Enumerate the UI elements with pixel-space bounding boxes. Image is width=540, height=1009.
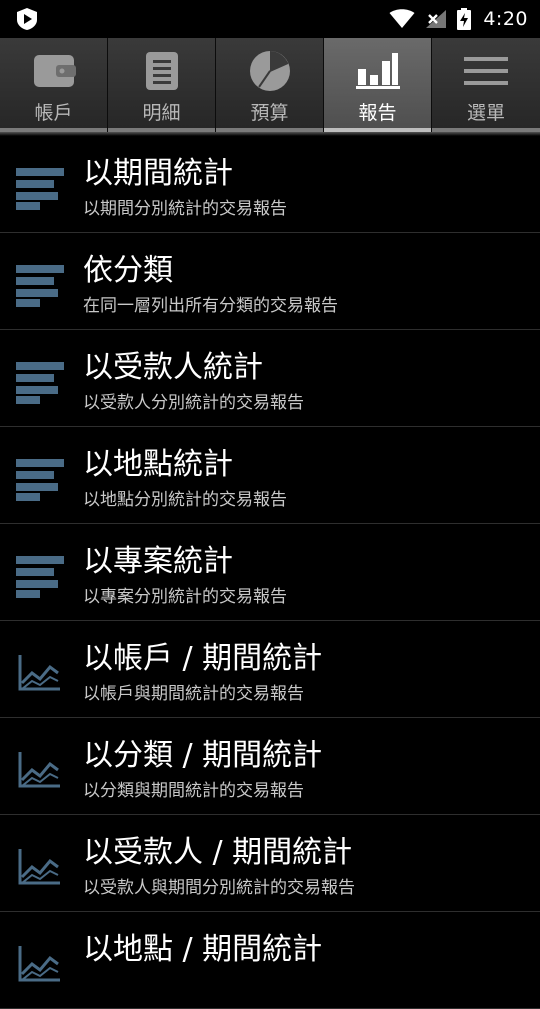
report-title: 以受款人統計 — [83, 350, 263, 385]
report-title: 以地點統計 — [83, 447, 233, 482]
document-icon — [138, 50, 186, 92]
tab-budget[interactable]: 預算 — [216, 38, 324, 132]
report-description: 以受款人與期間分別統計的交易報告 — [83, 878, 355, 898]
report-title: 以專案統計 — [83, 544, 233, 579]
report-item-by-location[interactable]: 以地點統計 以地點分別統計的交易報告 — [0, 427, 540, 524]
tab-label: 預算 — [250, 102, 289, 124]
wallet-icon — [30, 50, 78, 92]
tab-bar: 帳戶 明細 預算 報告 選單 — [0, 38, 540, 132]
tab-accounts[interactable]: 帳戶 — [0, 38, 108, 132]
line-chart-icon — [18, 655, 60, 691]
line-chart-icon — [18, 946, 60, 982]
report-item-by-period[interactable]: 以期間統計 以期間分別統計的交易報告 — [0, 136, 540, 233]
report-description: 以分類與期間統計的交易報告 — [83, 781, 304, 801]
tab-transactions[interactable]: 明細 — [108, 38, 216, 132]
report-item-by-category[interactable]: 依分類 在同一層列出所有分類的交易報告 — [0, 233, 540, 330]
report-description: 以地點分別統計的交易報告 — [83, 490, 287, 510]
report-title: 以地點 / 期間統計 — [83, 932, 323, 967]
report-title: 以受款人 / 期間統計 — [83, 835, 353, 870]
status-icons: 4:20 — [389, 0, 528, 38]
report-item-account-by-period[interactable]: 以帳戶 / 期間統計 以帳戶與期間統計的交易報告 — [0, 621, 540, 718]
clock: 4:20 — [483, 8, 528, 30]
report-item-category-by-period[interactable]: 以分類 / 期間統計 以分類與期間統計的交易報告 — [0, 718, 540, 815]
battery-charging-icon — [457, 8, 472, 30]
horizontal-bars-icon — [16, 459, 64, 501]
report-description: 以帳戶與期間統計的交易報告 — [83, 684, 304, 704]
horizontal-bars-icon — [16, 556, 64, 598]
app-notification-icon — [17, 8, 37, 30]
bar-chart-icon — [354, 50, 402, 92]
reports-list: 以期間統計 以期間分別統計的交易報告 依分類 在同一層列出所有分類的交易報告 以… — [0, 136, 540, 1009]
status-bar: 4:20 — [0, 0, 540, 38]
tab-label: 選單 — [466, 102, 505, 124]
menu-icon — [462, 50, 510, 92]
report-title: 以期間統計 — [83, 156, 233, 191]
report-description: 在同一層列出所有分類的交易報告 — [83, 296, 338, 316]
tab-menu[interactable]: 選單 — [432, 38, 540, 132]
line-chart-icon — [18, 849, 60, 885]
report-title: 依分類 — [83, 253, 173, 288]
line-chart-icon — [18, 752, 60, 788]
tab-reports[interactable]: 報告 — [324, 38, 432, 132]
report-item-by-payee[interactable]: 以受款人統計 以受款人分別統計的交易報告 — [0, 330, 540, 427]
tab-label: 帳戶 — [34, 102, 73, 124]
report-title: 以帳戶 / 期間統計 — [83, 641, 323, 676]
tab-label: 報告 — [358, 102, 397, 124]
tab-label: 明細 — [142, 102, 181, 124]
report-item-location-by-period[interactable]: 以地點 / 期間統計 — [0, 912, 540, 1009]
horizontal-bars-icon — [16, 265, 64, 307]
report-description: 以專案分別統計的交易報告 — [83, 587, 287, 607]
report-item-payee-by-period[interactable]: 以受款人 / 期間統計 以受款人與期間分別統計的交易報告 — [0, 815, 540, 912]
report-title: 以分類 / 期間統計 — [83, 738, 323, 773]
wifi-icon — [389, 9, 415, 29]
horizontal-bars-icon — [16, 362, 64, 404]
report-description: 以受款人分別統計的交易報告 — [83, 393, 304, 413]
report-description: 以期間分別統計的交易報告 — [83, 199, 287, 219]
report-item-by-project[interactable]: 以專案統計 以專案分別統計的交易報告 — [0, 524, 540, 621]
pie-chart-icon — [246, 50, 294, 92]
no-signal-icon — [425, 9, 447, 29]
horizontal-bars-icon — [16, 168, 64, 210]
